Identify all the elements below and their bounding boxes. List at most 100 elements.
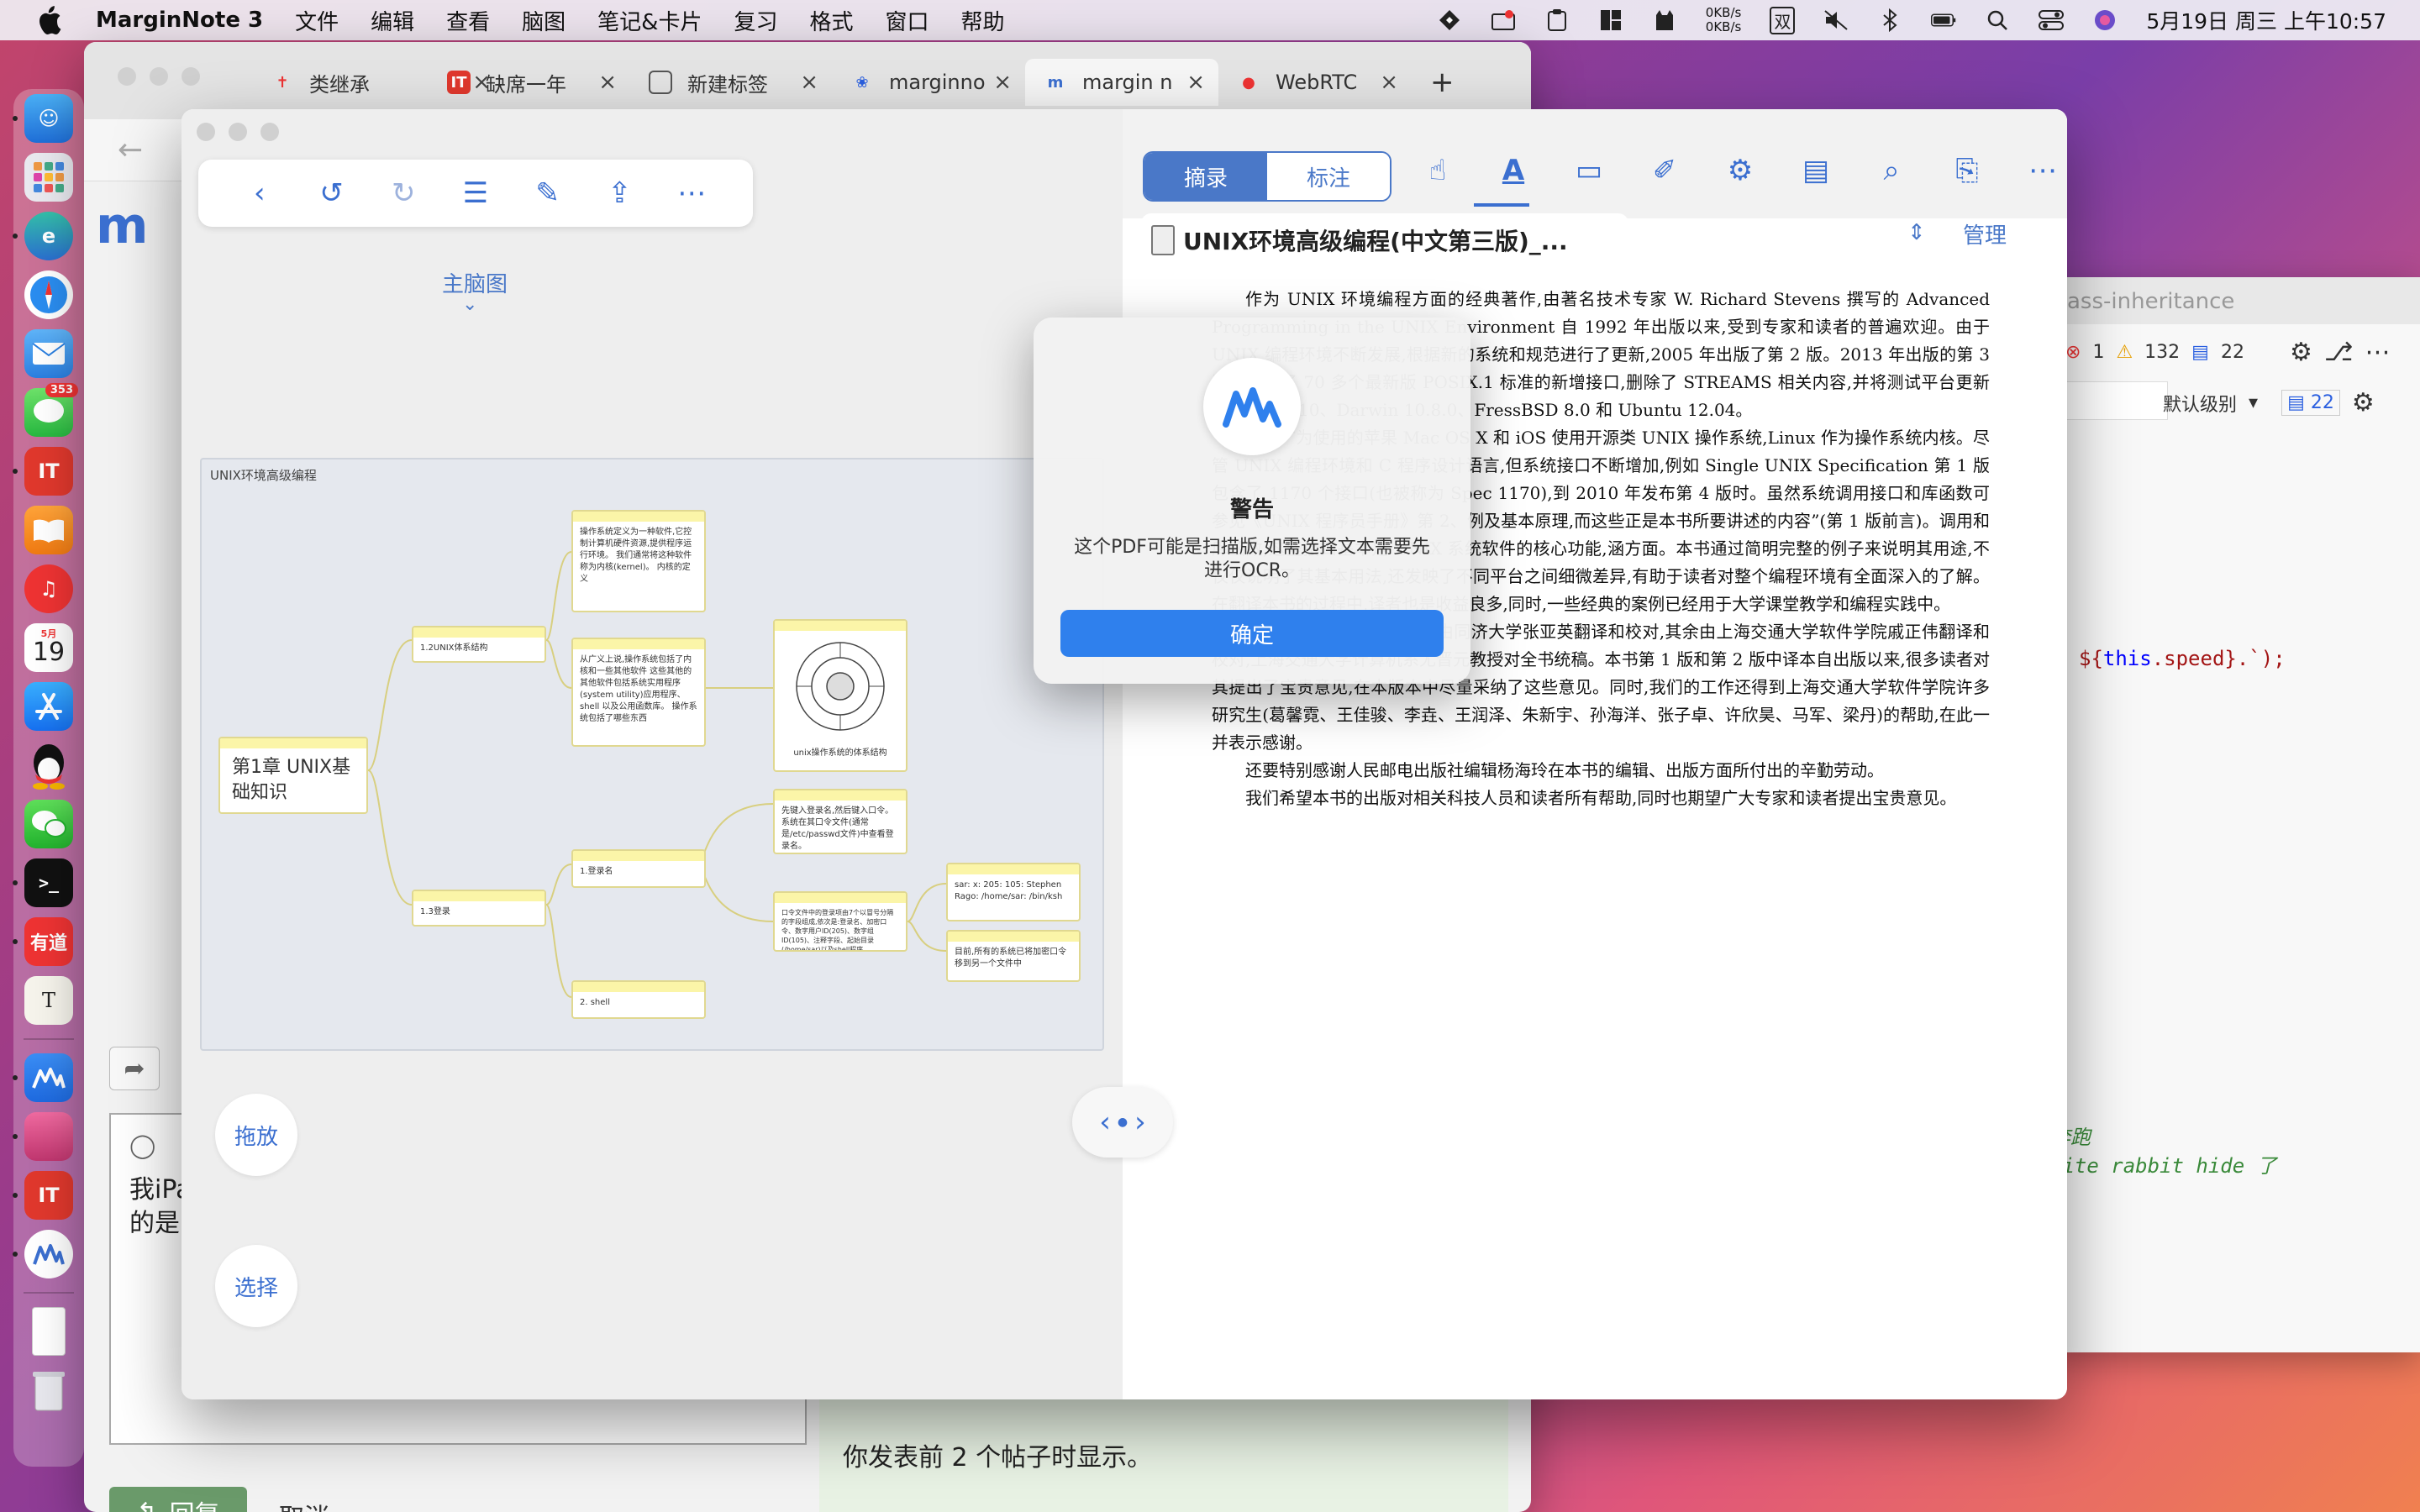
tab-baidu-marginnote[interactable]: ❀ marginno ×	[832, 59, 1025, 106]
marginnote-dock-icon[interactable]	[13, 1053, 73, 1102]
mute-icon[interactable]	[1823, 8, 1849, 33]
manage-button[interactable]: 管理	[1963, 218, 2007, 249]
share-arrow-icon[interactable]: ➦	[109, 1047, 160, 1090]
reply-button[interactable]: ↰ 回复	[109, 1487, 247, 1512]
node-login[interactable]: 1.3登录	[412, 890, 546, 927]
trash-icon[interactable]	[24, 1366, 73, 1415]
cancel-button[interactable]: 取消	[279, 1497, 329, 1512]
app-name-menu[interactable]: MarginNote 3	[96, 8, 263, 33]
control-center-icon[interactable]	[2039, 8, 2065, 33]
node-login-name[interactable]: 1.登录名	[571, 849, 706, 888]
netease-music-icon[interactable]: ♫	[24, 564, 73, 613]
level-select[interactable]: 默认级别	[2163, 390, 2237, 417]
more-icon[interactable]: ⋯	[672, 174, 711, 213]
node-unix-architecture[interactable]: 1.2UNIX体系结构	[412, 626, 546, 663]
battery-icon[interactable]	[1931, 8, 1956, 33]
launchpad-icon[interactable]	[24, 153, 73, 202]
bookmark-icon[interactable]: ⎘	[1946, 151, 1988, 190]
tab-close-icon[interactable]: ×	[1186, 70, 1205, 95]
share-icon[interactable]: ⇪	[600, 174, 639, 213]
downloads-stack-icon[interactable]	[32, 1307, 66, 1356]
document-icon[interactable]: ▤	[1795, 151, 1837, 190]
messages-icon[interactable]: 353	[24, 383, 78, 437]
undo-icon[interactable]: ↺	[313, 174, 351, 213]
menu-edit[interactable]: 编辑	[371, 5, 414, 36]
tab-close-icon[interactable]: ×	[993, 70, 1012, 95]
redo-icon[interactable]: ↻	[384, 174, 423, 213]
bluetooth-icon[interactable]	[1877, 8, 1902, 33]
dropzone-icon[interactable]	[1437, 8, 1462, 33]
wechat-icon[interactable]	[24, 800, 73, 848]
ithome-icon[interactable]: IT	[13, 447, 73, 496]
list-icon[interactable]: ☰	[456, 174, 495, 213]
tab-close-icon[interactable]: ×	[1380, 70, 1398, 95]
youdao-dict-icon[interactable]: 有道	[13, 917, 73, 966]
window-manager-icon[interactable]	[1598, 8, 1623, 33]
node-passwd-example[interactable]: sar: x: 205: 105: Stephen Rago: /home/sa…	[946, 863, 1081, 921]
settings-gear-icon-2[interactable]: ⚙	[2352, 388, 2375, 417]
books-icon[interactable]	[24, 506, 73, 554]
notes-app-icon[interactable]	[13, 1112, 73, 1161]
tab-close-icon[interactable]: ×	[598, 70, 617, 95]
sort-updown-icon[interactable]: ⇕	[1907, 220, 1926, 245]
excerpt-tab[interactable]: 摘录	[1144, 153, 1267, 200]
edge-browser-icon[interactable]: e	[13, 212, 73, 260]
mail-icon[interactable]	[24, 329, 73, 378]
menu-window[interactable]: 窗口	[885, 5, 929, 36]
rectangle-select-icon[interactable]: ▭	[1568, 151, 1610, 190]
node-os-components[interactable]: 从广义上说,操作系统包括了内核和一些其他软件 这些其他的其他软件包括系统实用程序…	[571, 638, 706, 747]
settings-gear-icon[interactable]: ⚙	[2290, 338, 2312, 367]
typora-icon[interactable]: T	[24, 976, 73, 1025]
root-node[interactable]: 第1章 UNIX基础知识	[218, 737, 368, 814]
terminal-icon[interactable]: >_	[13, 858, 73, 907]
tab-webrtc[interactable]: ● WebRTC ×	[1218, 59, 1412, 106]
confirm-button[interactable]: 确定	[1060, 610, 1444, 657]
chevron-down-icon[interactable]: ⌄	[462, 294, 477, 315]
safari-icon[interactable]	[24, 270, 73, 319]
app-store-icon[interactable]	[24, 682, 73, 731]
lasso-draw-icon[interactable]: ✐	[1644, 151, 1686, 190]
tab-close-icon[interactable]: ×	[800, 70, 818, 95]
node-passwd-fields[interactable]: 口令文件中的登录项由7个以冒号分隔的字段组成,依次是:登录名、加密口令、数字用户…	[773, 891, 908, 952]
window-controls[interactable]	[197, 123, 279, 141]
drag-button[interactable]: 拖放	[215, 1094, 297, 1176]
pane-splitter-handle[interactable]: ‹ ● ›	[1072, 1087, 1173, 1158]
new-tab-button[interactable]: +	[1412, 59, 1479, 106]
ithome-icon-2[interactable]: IT	[13, 1171, 73, 1220]
menu-mindmap[interactable]: 脑图	[522, 5, 566, 36]
text-select-icon[interactable]: A	[1492, 151, 1534, 190]
browser-window-controls[interactable]	[118, 67, 200, 86]
hand-pointer-icon[interactable]: ☝	[1417, 151, 1459, 190]
cat-icon[interactable]	[1652, 8, 1677, 33]
back-arrow-icon[interactable]: ←	[118, 133, 143, 167]
menu-clock[interactable]: 5月19日 周三 上午10:57	[2146, 5, 2386, 35]
apple-menu-icon[interactable]	[34, 5, 64, 35]
more-icon[interactable]: ⋯	[2022, 151, 2064, 190]
document-tab[interactable]: UNIX环境高级编程(中文第三版)_...	[1141, 213, 1628, 267]
node-architecture-diagram[interactable]: unix操作系统的体系结构	[773, 619, 908, 772]
settings-cog-icon[interactable]: ⚙	[1719, 151, 1761, 190]
node-kernel-definition[interactable]: 操作系统定义为一种软件,它控制计算机硬件资源,提供程序运行环境。 我们通常将这种…	[571, 510, 706, 612]
calendar-icon[interactable]: 5月 19	[24, 623, 73, 672]
git-compare-icon[interactable]: ⎇	[2324, 338, 2354, 367]
menu-file[interactable]: 文件	[295, 5, 339, 36]
tab-new-tab[interactable]: 新建标签 ×	[630, 59, 832, 106]
menu-help[interactable]: 帮助	[961, 5, 1005, 36]
spotlight-search-icon[interactable]	[1985, 8, 2010, 33]
tab-margin-n[interactable]: m margin n ×	[1025, 59, 1218, 106]
menu-view[interactable]: 查看	[446, 5, 490, 36]
annotate-tab[interactable]: 标注	[1267, 153, 1390, 200]
clipboard-icon[interactable]	[1544, 8, 1570, 33]
menu-notes-cards[interactable]: 笔记&卡片	[597, 5, 702, 36]
mindmap-canvas[interactable]: UNIX环境高级编程 第1章 UNIX基础知识 1.2UNIX体系结构 1.3登…	[200, 458, 1104, 1051]
marginnote-icon[interactable]	[13, 1230, 73, 1278]
tab-absent-year[interactable]: IT 缺席一年 ×	[429, 59, 630, 106]
menu-format[interactable]: 格式	[809, 5, 853, 36]
finder-icon[interactable]: ☺	[13, 94, 73, 143]
node-login-process[interactable]: 先键入登录名,然后键入口令。系统在其口令文件(通常是/etc/passwd文件)…	[773, 789, 908, 854]
editor-search-field[interactable]	[2050, 381, 2168, 420]
siri-icon[interactable]	[2092, 8, 2118, 33]
select-button[interactable]: 选择	[215, 1245, 297, 1327]
menu-review[interactable]: 复习	[734, 5, 777, 36]
node-shell[interactable]: 2. shell	[571, 980, 706, 1019]
